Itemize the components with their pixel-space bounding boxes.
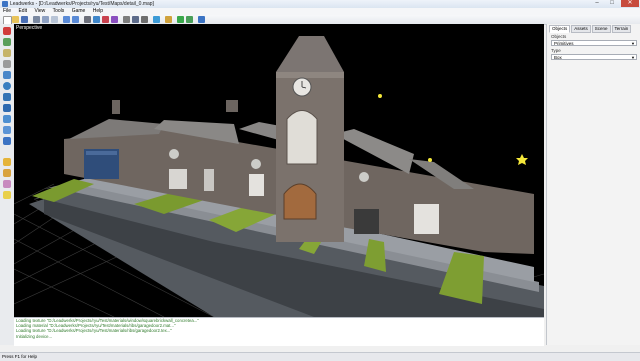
type-label: Type <box>551 48 561 53</box>
tab-assets[interactable]: Assets <box>571 25 591 33</box>
wedge-brush-icon[interactable] <box>3 38 11 46</box>
menu-game[interactable]: Game <box>69 8 89 15</box>
console-line: Initializing device... <box>16 333 53 339</box>
open-folder-icon[interactable] <box>12 16 19 23</box>
point-light-icon[interactable] <box>3 158 11 166</box>
help-icon[interactable] <box>198 16 205 23</box>
chevron-down-icon: ▼ <box>631 55 635 60</box>
close-button[interactable]: ✕ <box>621 0 639 7</box>
redo-icon[interactable] <box>72 16 79 23</box>
grid-icon[interactable] <box>132 16 139 23</box>
sphere-brush-icon[interactable] <box>3 71 11 79</box>
arched-door <box>283 183 317 220</box>
select-tool-icon[interactable] <box>84 16 91 23</box>
garage-door-panel <box>86 151 117 155</box>
cylinder-brush-icon[interactable] <box>3 49 11 57</box>
viewport-label: Perspective <box>16 25 43 31</box>
minimize-button[interactable]: – <box>590 0 604 7</box>
tab-terrain[interactable]: Terrain <box>611 25 632 33</box>
terrain-icon[interactable] <box>3 104 11 112</box>
lighting-icon[interactable] <box>153 16 160 23</box>
window <box>249 174 264 196</box>
menu-help[interactable]: Help <box>90 8 106 15</box>
light-icon[interactable] <box>3 82 11 90</box>
tower-roof <box>276 36 344 72</box>
object-toolbar <box>0 24 15 345</box>
objects-label: Objects <box>551 34 567 39</box>
tab-scene[interactable]: Scene <box>591 25 611 33</box>
tower-ledge <box>276 72 344 78</box>
round-window <box>359 172 369 182</box>
sound-icon[interactable] <box>3 191 11 199</box>
perspective-viewport[interactable]: Perspective <box>14 24 544 317</box>
menu-tools[interactable]: Tools <box>50 8 68 15</box>
menu-view[interactable]: View <box>31 8 48 15</box>
app-icon <box>2 1 8 7</box>
build-icon[interactable] <box>165 16 172 23</box>
light-sprite <box>378 94 382 98</box>
tab-objects[interactable]: Objects <box>549 25 571 33</box>
particle-icon[interactable] <box>3 180 11 188</box>
chevron-down-icon: ▼ <box>631 41 635 46</box>
window-title: Leadwerks - [D:/Leadwerks/Projects/ryu/T… <box>10 1 154 7</box>
type-dropdown-value: Box <box>554 55 562 60</box>
gothic-window <box>286 110 318 165</box>
water-icon[interactable] <box>3 115 11 123</box>
window <box>204 169 214 191</box>
move-tool-icon[interactable] <box>93 16 100 23</box>
output-console[interactable]: Loading texture "D:/Leadwerks/Projects/r… <box>14 317 544 346</box>
run-game-icon[interactable] <box>177 16 184 23</box>
save-icon[interactable] <box>21 16 28 23</box>
cut-icon[interactable] <box>33 16 40 23</box>
decal-icon[interactable] <box>3 126 11 134</box>
light-sprite <box>516 154 528 165</box>
objects-dropdown[interactable]: Primitives ▼ <box>551 40 637 46</box>
paste-icon[interactable] <box>51 16 58 23</box>
box-brush-icon[interactable] <box>3 27 11 35</box>
round-window <box>169 149 179 159</box>
scene-render <box>14 36 544 317</box>
snap-icon[interactable] <box>123 16 130 23</box>
window <box>354 209 379 234</box>
rotate-tool-icon[interactable] <box>102 16 109 23</box>
cone-brush-icon[interactable] <box>3 60 11 68</box>
panel-tabs: Objects Assets Scene Terrain <box>549 25 632 33</box>
chimney <box>112 100 120 114</box>
type-dropdown[interactable]: Box ▼ <box>551 54 637 60</box>
menu-edit[interactable]: Edit <box>15 8 30 15</box>
light-sprite <box>428 158 432 162</box>
menu-bar: File Edit View Tools Game Help <box>0 8 640 15</box>
debug-icon[interactable] <box>186 16 193 23</box>
menu-file[interactable]: File <box>0 8 14 15</box>
spot-light-icon[interactable] <box>3 169 11 177</box>
objects-dropdown-value: Primitives <box>554 41 574 46</box>
pivot-icon[interactable] <box>3 137 11 145</box>
window <box>169 169 187 189</box>
side-panel: Objects Assets Scene Terrain Objects Pri… <box>546 24 640 345</box>
copy-icon[interactable] <box>42 16 49 23</box>
status-text: Press F1 for Help <box>2 354 38 359</box>
round-window <box>251 159 261 169</box>
chimney <box>226 100 238 112</box>
camera-icon[interactable] <box>3 93 11 101</box>
wireframe-icon[interactable] <box>141 16 148 23</box>
maximize-button[interactable]: □ <box>605 0 619 7</box>
scale-tool-icon[interactable] <box>111 16 118 23</box>
window <box>414 204 439 234</box>
undo-icon[interactable] <box>63 16 70 23</box>
